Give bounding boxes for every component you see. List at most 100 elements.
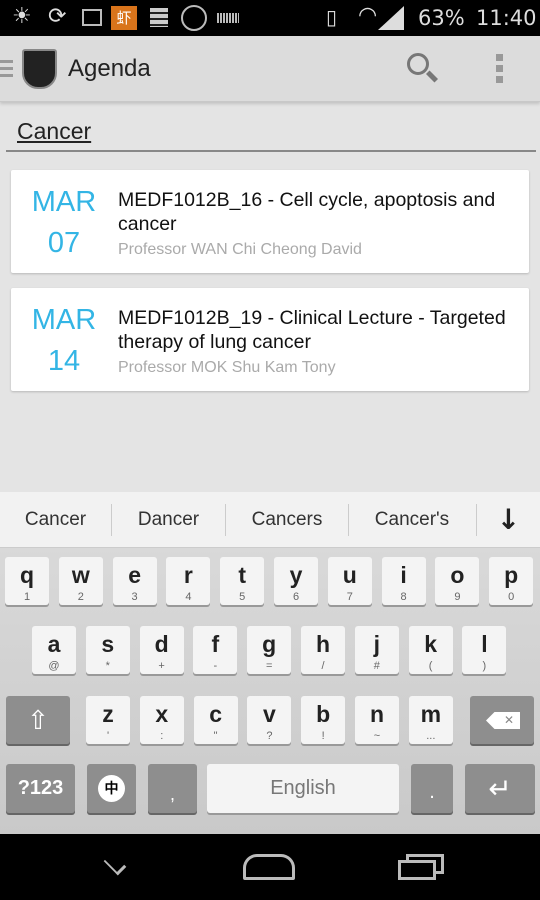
- key-label: r: [183, 562, 193, 588]
- key-label: v: [262, 701, 276, 727]
- navigation-drawer-button[interactable]: [0, 36, 62, 102]
- home-button[interactable]: [243, 854, 295, 880]
- key-secondary-label: *: [105, 660, 110, 672]
- clock: 11:40: [476, 6, 537, 30]
- key-q[interactable]: q1: [5, 557, 49, 605]
- key-secondary-label: 6: [292, 591, 300, 603]
- suggestion[interactable]: Cancers: [226, 492, 348, 548]
- key-d[interactable]: d +: [139, 626, 184, 674]
- key-secondary-label: /: [321, 660, 325, 672]
- enter-icon: ↵: [488, 773, 512, 804]
- key-label: p: [504, 562, 519, 588]
- key-secondary-label: ~: [373, 730, 381, 742]
- suggestion[interactable]: Cancer: [0, 492, 111, 548]
- key-r[interactable]: r4: [166, 557, 211, 605]
- shift-key[interactable]: ⇧: [6, 696, 70, 744]
- key-secondary-label: ?: [266, 730, 273, 742]
- overflow-menu-button[interactable]: [490, 50, 510, 86]
- key-label: k: [424, 631, 437, 657]
- key-w[interactable]: w2: [58, 557, 103, 605]
- event-month: MAR: [31, 186, 97, 218]
- key-p[interactable]: p0: [489, 557, 534, 605]
- key-label: j: [373, 631, 380, 657]
- key-label: n: [369, 701, 385, 727]
- event-card[interactable]: MAR 07 MEDF1012B_16 - Cell cycle, apopto…: [11, 170, 529, 273]
- back-button[interactable]: [95, 852, 145, 884]
- key-y[interactable]: y6: [274, 557, 318, 605]
- event-day: 07: [47, 227, 81, 259]
- battery-level: 63%: [418, 6, 465, 30]
- key-secondary-label: 1: [23, 591, 31, 603]
- backspace-key[interactable]: ✕: [470, 696, 534, 744]
- key-t[interactable]: t5: [220, 557, 265, 605]
- key-m[interactable]: m...: [408, 696, 453, 744]
- key-secondary-label: 3: [131, 591, 138, 603]
- back-icon: [103, 852, 127, 876]
- key-label: y: [289, 562, 303, 588]
- key-v[interactable]: v?: [247, 696, 292, 744]
- key-secondary-label: 5: [239, 591, 246, 603]
- key-label: a: [47, 631, 61, 657]
- key-secondary-label: #: [373, 660, 380, 672]
- key-b[interactable]: b!: [301, 696, 346, 744]
- key-label: s: [101, 631, 115, 657]
- key-n[interactable]: n ~: [355, 696, 399, 744]
- key-s[interactable]: s *: [85, 626, 130, 674]
- key-k[interactable]: k(: [408, 626, 453, 674]
- key-a[interactable]: a @: [32, 626, 76, 674]
- event-title: MEDF1012B_16 - Cell cycle, apoptosis and…: [118, 189, 496, 235]
- key-label: i: [400, 562, 407, 588]
- key-secondary-label: +: [158, 660, 165, 672]
- key-e[interactable]: e3: [112, 557, 157, 605]
- backspace-icon: ✕: [486, 712, 520, 729]
- search-input[interactable]: Cancer: [6, 110, 536, 152]
- key-g[interactable]: g =: [247, 626, 292, 674]
- signal-icon: [378, 6, 404, 30]
- wifi-icon: ◠: [358, 3, 378, 28]
- key-label: f: [211, 631, 220, 657]
- space-key[interactable]: English: [207, 764, 399, 813]
- key-secondary-label: 7: [346, 591, 353, 603]
- key-f[interactable]: f-: [193, 626, 238, 674]
- menu-icon: [0, 60, 13, 78]
- enter-key[interactable]: ↵: [465, 764, 535, 813]
- symbols-key[interactable]: ?123: [6, 764, 75, 813]
- status-bar: ☀ ⟳ 虾 ▯ ◠ 63% 11:40: [0, 0, 540, 36]
- key-secondary-label: 4: [185, 591, 192, 603]
- recents-button[interactable]: [398, 854, 446, 882]
- more-vert-icon: [496, 54, 503, 84]
- event-day: 14: [47, 345, 81, 377]
- page-title: Agenda: [68, 55, 151, 82]
- key-u[interactable]: u7: [327, 557, 372, 605]
- key-i[interactable]: i8: [381, 557, 426, 605]
- key-l[interactable]: l): [462, 626, 507, 674]
- event-card[interactable]: MAR 14 MEDF1012B_19 - Clinical Lecture -…: [11, 288, 529, 391]
- key-h[interactable]: h /: [301, 626, 345, 674]
- event-month: MAR: [31, 304, 97, 336]
- expand-suggestions-button[interactable]: ↓: [477, 492, 540, 548]
- key-j[interactable]: j #: [354, 626, 399, 674]
- comma-key[interactable]: ,: [148, 764, 197, 813]
- key-x[interactable]: x:: [139, 696, 184, 744]
- key-secondary-label: :: [160, 730, 164, 742]
- key-secondary-label: ': [106, 730, 110, 742]
- suggestion[interactable]: Cancer's: [349, 492, 475, 548]
- key-z[interactable]: z ': [86, 696, 130, 744]
- period-key[interactable]: .: [411, 764, 453, 813]
- key-secondary-label: ...: [426, 730, 436, 742]
- key-label: u: [342, 562, 357, 588]
- key-o[interactable]: o9: [435, 557, 480, 605]
- search-button[interactable]: [400, 48, 444, 92]
- suggestion[interactable]: Dancer: [112, 492, 225, 548]
- image-icon: [82, 9, 102, 26]
- language-key[interactable]: 中: [87, 764, 136, 813]
- brightness-icon: ☀: [12, 4, 32, 29]
- key-label: g: [262, 631, 277, 657]
- key-c[interactable]: c ": [193, 696, 238, 744]
- key-label: c: [209, 701, 222, 727]
- key-secondary-label: -: [213, 660, 218, 672]
- key-label: b: [316, 701, 331, 727]
- sync-icon: ⟳: [48, 4, 67, 29]
- shrimp-app-icon: 虾: [111, 6, 137, 30]
- event-professor: Professor WAN Chi Cheong David: [118, 241, 362, 258]
